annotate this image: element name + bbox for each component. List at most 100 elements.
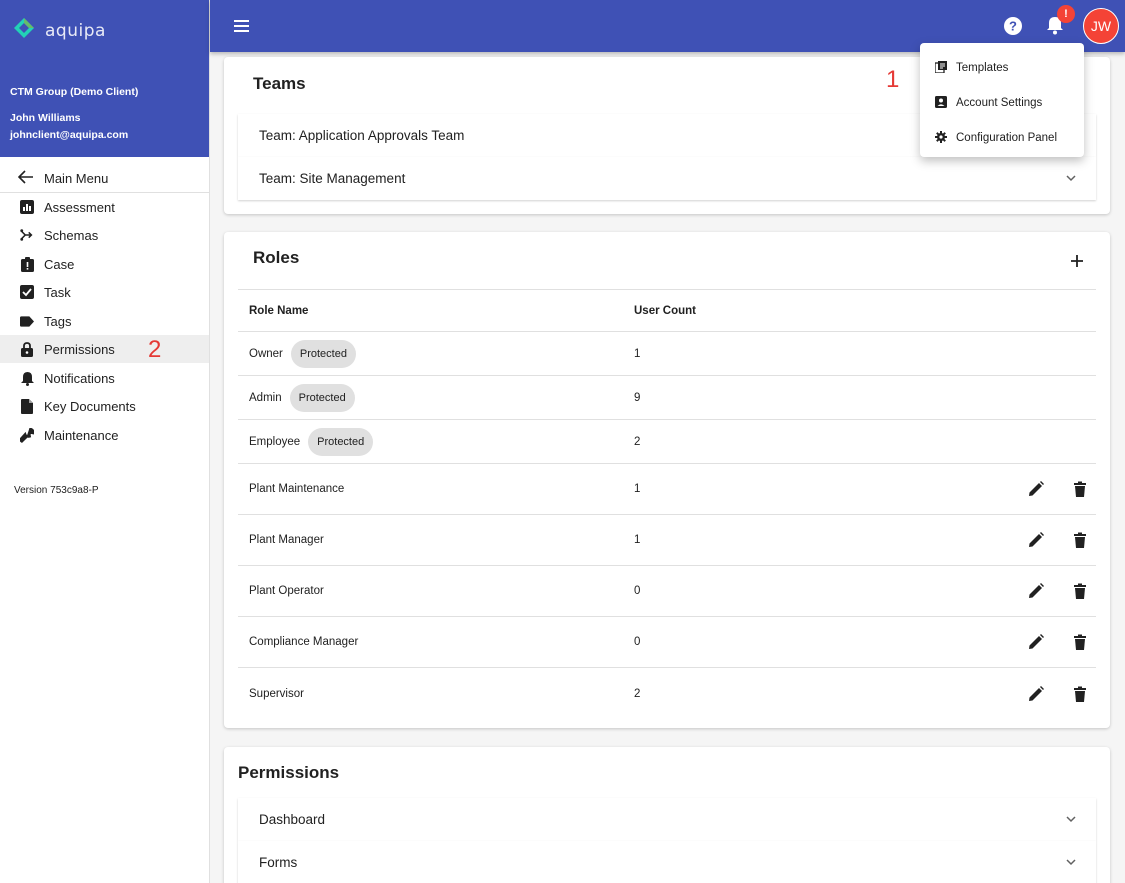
protected-chip: Protected — [289, 383, 355, 412]
sidebar: aquipa CTM Group (Demo Client) John Will… — [0, 0, 210, 883]
edit-icon[interactable] — [1027, 582, 1045, 600]
user-count: 2 — [634, 687, 641, 700]
lock-icon — [20, 341, 34, 357]
version-label: Version 753c9a8-P — [14, 485, 99, 496]
roles-table: Role Name User Count Owner Protected 1 A… — [238, 289, 1096, 719]
role-name-cell: Plant Manager — [249, 515, 324, 565]
menu-item-label: Configuration Panel — [956, 132, 1058, 144]
sidebar-item-label: Maintenance — [44, 427, 119, 443]
user-count: 1 — [634, 347, 641, 360]
team-accordion-label: Team: Site Management — [259, 171, 406, 186]
sidebar-item-label: Key Documents — [44, 398, 136, 414]
table-row: Supervisor 2 — [238, 668, 1096, 719]
permissions-card: Permissions Dashboard Forms — [224, 747, 1110, 883]
brand[interactable]: aquipa — [12, 16, 106, 45]
sidebar-item-maintenance[interactable]: Maintenance — [0, 421, 209, 449]
delete-icon[interactable] — [1071, 582, 1089, 600]
user-name: John Williams — [10, 112, 81, 124]
table-row: Plant Maintenance 1 — [238, 464, 1096, 515]
menu-item-label: Account Settings — [956, 97, 1043, 109]
sidebar-item-notifications[interactable]: Notifications — [0, 364, 209, 392]
role-name: Admin — [249, 391, 282, 404]
user-count: 0 — [634, 636, 641, 648]
role-name-cell: Plant Maintenance — [249, 464, 344, 514]
delete-icon[interactable] — [1071, 480, 1089, 498]
role-name-cell: Compliance Manager — [249, 617, 358, 667]
team-accordion-label: Team: Application Approvals Team — [259, 128, 465, 143]
notification-badge: ! — [1057, 5, 1075, 23]
account-box-icon — [935, 95, 947, 111]
role-name: Employee — [249, 435, 301, 448]
arrow-left-icon — [17, 169, 34, 187]
table-row: Employee Protected 2 — [238, 420, 1096, 464]
sidebar-item-permissions[interactable]: Permissions — [0, 335, 209, 363]
main-menu-link[interactable]: Main Menu — [0, 164, 209, 193]
permission-accordion-label: Forms — [259, 855, 298, 870]
aquipa-logo-icon — [12, 16, 36, 45]
annotation-marker-2: 2 — [148, 336, 162, 363]
edit-icon[interactable] — [1027, 480, 1045, 498]
menu-item-templates[interactable]: Templates — [920, 51, 1084, 85]
add-role-icon[interactable] — [1069, 253, 1085, 269]
permission-accordion[interactable]: Forms — [238, 841, 1096, 883]
document-icon — [20, 398, 34, 414]
hamburger-menu-icon[interactable] — [232, 16, 252, 36]
sidebar-item-label: Tags — [44, 313, 72, 329]
role-name-cell: Employee Protected — [249, 420, 374, 463]
table-header: Role Name User Count — [238, 289, 1096, 332]
sidebar-item-tags[interactable]: Tags — [0, 307, 209, 335]
chevron-down-icon — [1064, 855, 1078, 869]
sidebar-item-key-documents[interactable]: Key Documents — [0, 392, 209, 420]
chevron-down-icon — [1064, 171, 1078, 185]
delete-icon[interactable] — [1071, 685, 1089, 703]
sidebar-item-schemas[interactable]: Schemas — [0, 221, 209, 249]
role-name: Compliance Manager — [249, 636, 359, 648]
templates-icon — [934, 60, 947, 76]
client-name: CTM Group (Demo Client) — [10, 86, 139, 98]
sidebar-item-label: Assessment — [44, 199, 115, 215]
user-avatar[interactable]: JW — [1083, 8, 1119, 44]
roles-title: Roles — [253, 248, 300, 267]
sidebar-item-assessment[interactable]: Assessment — [0, 193, 209, 221]
bell-icon — [20, 371, 34, 386]
permissions-title: Permissions — [238, 763, 340, 782]
menu-item-account-settings[interactable]: Account Settings — [920, 86, 1084, 120]
main-menu-label: Main Menu — [44, 170, 109, 186]
col-role-name: Role Name — [249, 304, 309, 317]
teams-title: Teams — [253, 74, 306, 93]
role-name-cell: Plant Operator — [249, 566, 324, 616]
user-count: 9 — [634, 391, 641, 404]
col-user-count: User Count — [634, 304, 696, 317]
menu-item-configuration-panel[interactable]: Configuration Panel — [920, 121, 1084, 155]
role-name-cell: Admin Protected — [249, 376, 355, 419]
team-accordion[interactable]: Team: Site Management — [238, 157, 1096, 200]
sidebar-item-case[interactable]: Case — [0, 250, 209, 278]
delete-icon[interactable] — [1071, 633, 1089, 651]
role-name: Plant Maintenance — [249, 483, 345, 495]
table-row: Plant Operator 0 — [238, 566, 1096, 617]
checkbox-icon — [20, 285, 34, 299]
sidebar-item-task[interactable]: Task — [0, 278, 209, 306]
edit-icon[interactable] — [1027, 685, 1045, 703]
sidebar-item-label: Schemas — [44, 227, 99, 243]
annotation-marker-1: 1 — [886, 66, 900, 93]
role-name: Plant Operator — [249, 585, 324, 597]
protected-chip: Protected — [290, 339, 356, 368]
user-dropdown-menu: Templates Account Settings Configuration… — [920, 43, 1084, 157]
delete-icon[interactable] — [1071, 531, 1089, 549]
role-name-cell: Supervisor — [249, 668, 304, 719]
sidebar-item-label: Permissions — [44, 341, 115, 357]
edit-icon[interactable] — [1027, 633, 1045, 651]
role-name-cell: Owner Protected — [249, 332, 356, 375]
edit-icon[interactable] — [1027, 531, 1045, 549]
wrench-icon — [20, 427, 34, 443]
permission-accordion[interactable]: Dashboard — [238, 798, 1096, 841]
help-icon[interactable]: ? — [1003, 16, 1023, 36]
schema-icon — [20, 228, 34, 242]
tag-icon — [20, 314, 34, 328]
menu-item-label: Templates — [956, 62, 1009, 74]
user-email: johnclient@aquipa.com — [10, 129, 129, 141]
sidebar-header: aquipa CTM Group (Demo Client) John Will… — [0, 0, 209, 157]
permission-accordion-label: Dashboard — [259, 812, 326, 827]
brand-name: aquipa — [45, 20, 106, 41]
